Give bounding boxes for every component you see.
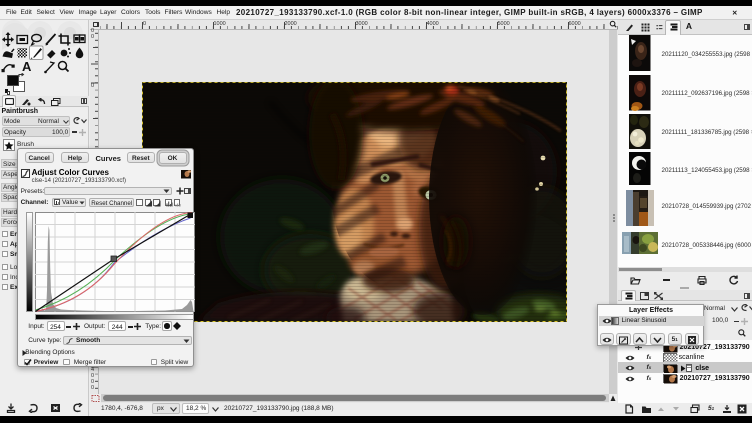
svg-text:A: A	[22, 59, 32, 74]
